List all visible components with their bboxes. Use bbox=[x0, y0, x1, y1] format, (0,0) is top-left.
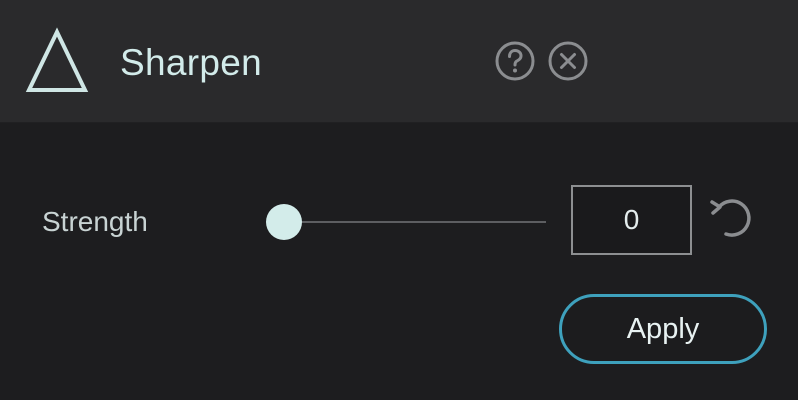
panel-header: Sharpen bbox=[0, 0, 798, 122]
header-divider bbox=[0, 122, 798, 123]
reset-icon bbox=[710, 199, 751, 237]
help-button[interactable] bbox=[494, 40, 536, 82]
sharpen-panel: Sharpen Strength Apply bbox=[0, 0, 798, 400]
reset-button[interactable] bbox=[707, 195, 755, 243]
strength-label: Strength bbox=[42, 206, 148, 237]
close-icon bbox=[548, 41, 588, 81]
slider-handle[interactable] bbox=[266, 204, 302, 240]
strength-slider[interactable] bbox=[262, 200, 546, 244]
close-button[interactable] bbox=[547, 40, 589, 82]
panel-title: Sharpen bbox=[120, 42, 262, 83]
slider-track bbox=[284, 221, 546, 223]
apply-button[interactable]: Apply bbox=[559, 294, 767, 364]
help-icon bbox=[495, 41, 535, 81]
triangle-icon bbox=[25, 27, 89, 92]
strength-value-input[interactable] bbox=[571, 185, 692, 255]
